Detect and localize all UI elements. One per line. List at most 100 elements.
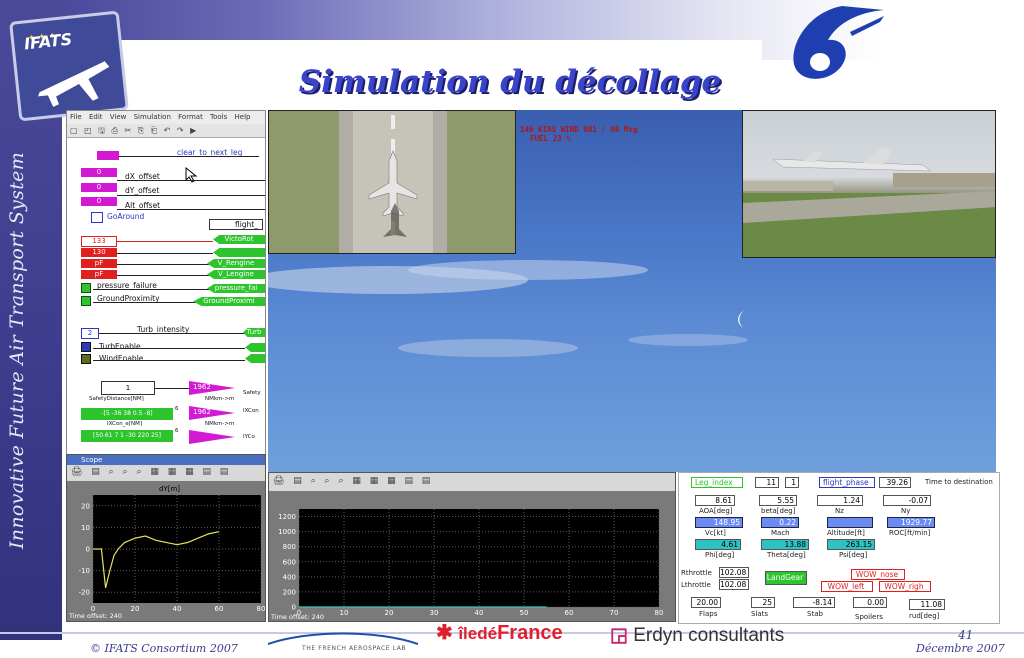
wow-right-indicator: WOW_righ	[879, 581, 931, 592]
flight-phase-block[interactable]: flight_phase	[819, 477, 875, 488]
checkbox-turb[interactable]	[81, 342, 91, 352]
const-dx[interactable]: 0	[81, 168, 117, 177]
menu-tools[interactable]: Tools	[210, 113, 227, 121]
scope1-time-offset: Time offset: 240	[69, 612, 123, 620]
x-tick-label: 60	[215, 605, 224, 613]
x-tick-label: 80	[655, 609, 664, 617]
theta-value: 13.88	[761, 539, 809, 550]
wire	[117, 241, 213, 242]
psi-label: Psi[deg]	[839, 551, 868, 559]
const-pf2[interactable]: pF	[81, 270, 117, 279]
scope2-toolbar[interactable]: 🖨 ▤ ⌕ ⌕ ⌕ ▦ ▦ ▦ ▤ ▤	[269, 473, 675, 491]
goto-pressure[interactable]: pressure_fai	[207, 284, 265, 293]
gain-ixcon[interactable]: 1962	[189, 406, 235, 420]
runway-camera-view	[268, 110, 516, 254]
wire	[117, 180, 265, 181]
gain-safety[interactable]: 1962	[189, 381, 235, 395]
checkbox-ground[interactable]	[81, 296, 91, 306]
rudder-label: rud[deg]	[909, 612, 940, 620]
label-safety-distance: SafetyDistance[NM]	[89, 396, 144, 402]
hud-readout: 146 KIAS WIND 001 / 00 Msg FUEL 23 %	[520, 125, 637, 143]
const-alt[interactable]: 0	[81, 197, 117, 206]
wow-nose-indicator: WOW_nose	[851, 569, 905, 580]
erdyn-icon: ◲	[610, 625, 628, 646]
scope2-time-offset: Time offset: 240	[271, 613, 325, 621]
goto-green-1[interactable]	[213, 248, 265, 257]
checkbox-wind[interactable]	[81, 354, 91, 364]
label-six-b: 6	[175, 428, 179, 434]
menu-help[interactable]: Help	[235, 113, 251, 121]
const-dy[interactable]: 0	[81, 183, 117, 192]
scope-dy-window[interactable]: Scope 🖨 ▤ ⌕ ⌕ ⌕ ▦ ▦ ▦ ▤ ▤ dY[m] 20 10 0 -10…	[66, 454, 266, 622]
simulink-toolbar[interactable]: ▢ ◰ 🖫 ⎙ ✂ ⎘ ⎗ ↶ ↷ ▶	[67, 124, 265, 138]
time-to-destination-label: Time to destination	[925, 478, 993, 486]
ny-value: -0.07	[883, 495, 931, 506]
mach-value: 0.22	[761, 517, 799, 528]
psi-value: 263.15	[827, 539, 875, 550]
simulink-menu-bar: File Edit View Simulation Format Tools H…	[67, 111, 265, 124]
idf-text-a: îledé	[458, 624, 498, 643]
label-dy-offset: dY_offset	[125, 186, 160, 195]
lthrottle-label: Lthrottle	[681, 581, 711, 589]
ile-de-france-logo: ✱ îledéFrance	[436, 622, 563, 644]
const-turb[interactable]: 2	[81, 328, 99, 339]
scope2-plot: 1200100080060040020000 10 20 30 40 50 60 70 80	[278, 509, 664, 617]
beta-value: 5.55	[759, 495, 797, 506]
goto-windenable[interactable]	[245, 354, 265, 363]
erdyn-logo: ◲ Erdyn consultants	[610, 624, 784, 647]
label-ixcon-out: IXCon	[243, 408, 259, 414]
nz-value: 1.24	[817, 495, 863, 506]
goto-turb[interactable]: Turb	[243, 328, 265, 337]
goto-ground[interactable]: GroundProximi	[193, 297, 265, 306]
y-tick-label: 400	[283, 573, 296, 581]
aerospace-lab-text: THE FRENCH AEROSPACE LAB	[302, 645, 407, 652]
x-tick-label: 20	[385, 609, 394, 617]
gain-iycon[interactable]	[189, 430, 235, 444]
checkbox-pressure[interactable]	[81, 283, 91, 293]
simulink-canvas[interactable]: clear_to_next_leg 0 dX_offset 0 dY_offse…	[67, 138, 265, 454]
leg-value-1: 11	[755, 477, 779, 488]
const-pf1[interactable]: pF	[81, 259, 117, 268]
goto-vrengine[interactable]: V_Rengine	[207, 259, 265, 268]
x-tick-label: 80	[257, 605, 266, 613]
block-goaround[interactable]	[91, 212, 103, 223]
takeoff-scene	[743, 147, 995, 257]
x-tick-label: 70	[610, 609, 619, 617]
goto-vlengine[interactable]: V_Lengine	[207, 270, 265, 279]
menu-simulation[interactable]: Simulation	[134, 113, 171, 121]
page-number: 41	[958, 628, 974, 642]
y-tick-label: -20	[79, 589, 90, 597]
scope-toolbar[interactable]: 🖨 ▤ ⌕ ⌕ ⌕ ▦ ▦ ▦ ▤ ▤	[67, 465, 265, 481]
aoa-value: 8.61	[695, 495, 735, 506]
y-tick-label: 800	[283, 543, 296, 551]
x-tick-label: 40	[173, 605, 182, 613]
label-ixcon: IXCon_e[NM]	[107, 421, 142, 427]
scope1-plot: 20100-10-200 20 40 60 80	[79, 495, 266, 613]
block-step[interactable]	[97, 151, 119, 160]
spoilers-value: 0.00	[853, 597, 887, 608]
const-133[interactable]: 133	[81, 236, 117, 247]
label-goaround: GoAround	[107, 212, 145, 221]
y-tick-label: 1000	[278, 528, 296, 536]
label-flight: flight_	[209, 219, 263, 230]
goto-victoi[interactable]: VictoRot	[213, 235, 265, 244]
const-safety[interactable]: 1	[101, 381, 155, 395]
goto-turbenable[interactable]	[245, 343, 265, 352]
menu-format[interactable]: Format	[178, 113, 203, 121]
wire	[119, 156, 259, 157]
wire	[117, 253, 213, 254]
x-tick-label: 40	[475, 609, 484, 617]
phi-label: Phi[deg]	[705, 551, 735, 559]
landgear-button[interactable]: LandGear	[765, 571, 807, 585]
const-ixcon[interactable]: -[5 -36 38 0.5 -8]	[81, 408, 173, 420]
menu-file[interactable]: File	[70, 113, 82, 121]
scope-2-window[interactable]: 🖨 ▤ ⌕ ⌕ ⌕ ▦ ▦ ▦ ▤ ▤ 1200 1000 800 600 400 200…	[268, 472, 676, 622]
const-iycon[interactable]: [50.61 7 1 -30 220 25]	[81, 430, 173, 442]
label-nm-km-1: NMkm->m	[205, 396, 235, 402]
menu-edit[interactable]: Edit	[89, 113, 103, 121]
const-130[interactable]: 130	[81, 248, 117, 257]
stab-value: -8.14	[793, 597, 835, 608]
simulink-model-window[interactable]: File Edit View Simulation Format Tools H…	[66, 110, 266, 455]
menu-view[interactable]: View	[110, 113, 127, 121]
leg-index-block[interactable]: Leg_index	[691, 477, 743, 488]
